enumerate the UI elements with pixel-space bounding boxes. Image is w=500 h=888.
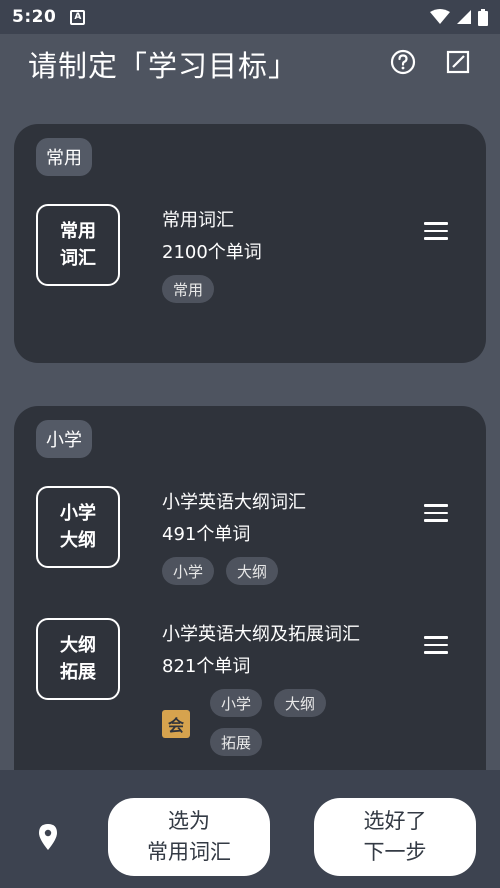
bottom-action-bar: 选为 常用词汇 选好了 下一步 [0,770,500,888]
vocab-tag: 拓展 [210,728,263,756]
battery-icon [478,8,488,26]
wifi-icon [430,9,450,24]
group-card-common: 常用 常用 词汇 常用词汇 2100个单词 常用 [14,124,486,363]
cover-line: 拓展 [60,662,96,683]
vocab-list[interactable]: 常用 常用 词汇 常用词汇 2100个单词 常用 小学 小学 大纲 小学英语大纲… [0,94,500,770]
group-card-primary: 小学 小学 大纲 小学英语大纲词汇 491个单词 小学 大纲 大纲 拓展 小学英… [14,406,486,770]
cover-line: 小学 [60,503,96,524]
help-icon[interactable] [389,48,417,76]
page-title: 请制定「学习目标」 [28,49,299,83]
vocab-name: 小学英语大纲及拓展词汇 [162,624,360,645]
mastered-badge: 会 [162,710,190,738]
cover-line: 词汇 [60,248,96,269]
vocab-count: 491个单词 [162,524,251,545]
set-common-vocab-button[interactable]: 选为 常用词汇 [108,798,270,876]
cover-line: 大纲 [60,635,96,656]
status-time: 5:20 [12,7,57,27]
vocab-cover: 大纲 拓展 [36,618,120,700]
group-label: 小学 [36,420,92,458]
vocab-tag: 小学 [162,557,215,585]
drag-handle-icon[interactable] [424,504,448,524]
vocab-tags: 拓展 [210,728,263,756]
cover-line: 大纲 [60,530,96,551]
app-notification-icon: A [70,9,86,25]
vocab-cover: 常用 词汇 [36,204,120,286]
drag-handle-icon[interactable] [424,222,448,242]
vocab-tags: 常用 [162,275,215,303]
vocab-count: 821个单词 [162,656,251,677]
vocab-name: 小学英语大纲词汇 [162,492,306,513]
vocab-count: 2100个单词 [162,242,262,263]
app-header: 请制定「学习目标」 [0,34,500,94]
location-pin-icon[interactable] [37,823,59,851]
status-bar: 5:20 A [0,0,500,34]
button-line: 选为 [168,809,210,833]
button-line: 选好了 [363,809,427,833]
vocab-tags: 小学 大纲 [210,689,327,717]
vocab-name: 常用词汇 [162,210,234,231]
button-line: 常用词汇 [147,840,231,864]
drag-handle-icon[interactable] [424,636,448,656]
vocab-cover: 小学 大纲 [36,486,120,568]
vocab-tag: 大纲 [226,557,279,585]
vocab-tags: 小学 大纲 [162,557,279,585]
next-step-button[interactable]: 选好了 下一步 [314,798,476,876]
signal-icon [457,10,471,24]
edit-icon[interactable] [444,48,472,76]
button-line: 下一步 [363,840,427,864]
vocab-tag: 大纲 [274,689,327,717]
cover-line: 常用 [60,221,96,242]
vocab-tag: 常用 [162,275,215,303]
group-label: 常用 [36,138,92,176]
vocab-tag: 小学 [210,689,263,717]
